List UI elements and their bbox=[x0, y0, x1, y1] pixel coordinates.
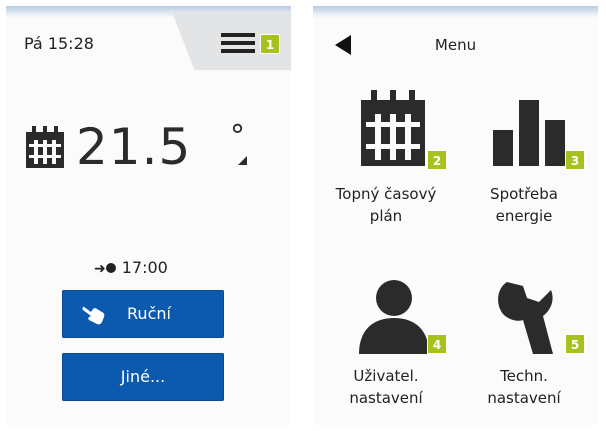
other-button[interactable]: Jiné... bbox=[62, 353, 224, 401]
menu-screen: Menu 2 Topný časový plán 3 Spotřeba ener… bbox=[313, 6, 598, 425]
day-time: Pá 15:28 bbox=[24, 34, 94, 53]
menu-item-user-settings[interactable]: 4 Uživatel. nastavení bbox=[321, 278, 451, 418]
menu-item-label-line1: Topný časový bbox=[335, 185, 437, 203]
arrow-right-icon: ➜ bbox=[94, 261, 106, 277]
menu-item-label-line1: Techn. bbox=[500, 367, 548, 385]
menu-item-technical-settings[interactable]: 5 Techn. nastavení bbox=[459, 278, 589, 418]
menu-item-badge: 5 bbox=[565, 334, 585, 354]
manual-button[interactable]: Ruční bbox=[62, 290, 224, 338]
menu-item-badge: 2 bbox=[427, 150, 447, 170]
menu-item-badge: 4 bbox=[427, 334, 447, 354]
menu-item-label-line2: energie bbox=[495, 207, 553, 225]
home-screen: Pá 15:28 1 21.5 ° ➜ 17:00 Ruční Jiné... bbox=[6, 6, 291, 425]
calendar-icon bbox=[361, 90, 425, 166]
floor-sensor-indicator-icon bbox=[238, 156, 247, 165]
next-change-time: 17:00 bbox=[121, 258, 168, 277]
menu-item-label-line1: Spotřeba bbox=[490, 185, 558, 203]
user-icon bbox=[359, 280, 429, 354]
clock-icon bbox=[105, 263, 116, 273]
menu-item-label-line1: Uživatel. bbox=[353, 367, 419, 385]
manual-button-label: Ruční bbox=[127, 304, 171, 323]
bar-chart-icon bbox=[493, 100, 565, 166]
menu-item-label-line2: nastavení bbox=[487, 389, 561, 407]
degree-symbol: ° bbox=[230, 119, 245, 154]
top-bar-gradient bbox=[313, 6, 598, 18]
other-button-label: Jiné... bbox=[120, 367, 166, 386]
hamburger-menu-icon[interactable] bbox=[221, 33, 255, 53]
wrench-icon bbox=[498, 282, 553, 354]
next-change: ➜ 17:00 bbox=[94, 258, 168, 277]
menu-item-heating-schedule[interactable]: 2 Topný časový plán bbox=[321, 90, 451, 240]
menu-title: Menu bbox=[434, 36, 477, 54]
menu-item-energy-consumption[interactable]: 3 Spotřeba energie bbox=[459, 90, 589, 240]
hand-pointer-icon bbox=[82, 306, 105, 325]
menu-item-label-line2: plán bbox=[369, 207, 403, 225]
menu-item-badge: 3 bbox=[565, 150, 585, 170]
room-temperature: 21.5 bbox=[76, 118, 192, 176]
menu-badge: 1 bbox=[260, 34, 280, 54]
menu-item-label-line2: nastavení bbox=[349, 389, 423, 407]
schedule-calendar-icon bbox=[26, 126, 64, 168]
